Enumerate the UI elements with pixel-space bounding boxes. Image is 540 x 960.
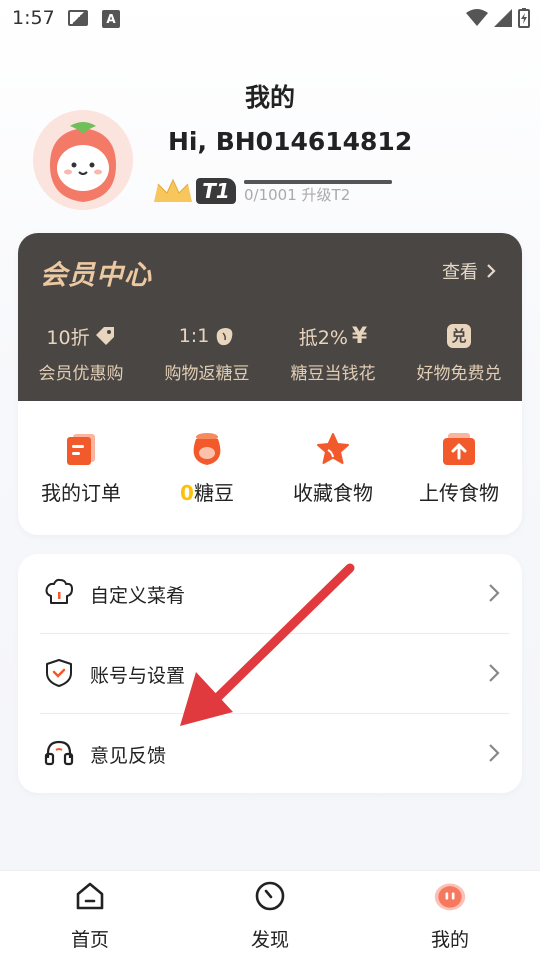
mine-icon bbox=[434, 883, 466, 911]
status-icons bbox=[466, 8, 530, 28]
image-notification-icon bbox=[68, 10, 88, 26]
perk-label: 会员优惠购 bbox=[38, 364, 124, 384]
level-progress-text: 0/1001 升级T2 bbox=[244, 186, 351, 204]
quick-label: 0糖豆 bbox=[144, 477, 270, 506]
menu-label: 自定义菜肴 bbox=[90, 585, 186, 607]
compass-icon bbox=[255, 881, 285, 911]
page-title: 我的 bbox=[244, 83, 295, 112]
perk-discount[interactable]: 10折 会员优惠购 bbox=[18, 323, 144, 385]
nav-mine[interactable]: 我的 bbox=[360, 871, 540, 960]
exchange-icon: 兑 bbox=[447, 324, 471, 348]
member-card: 会员中心 查看 10折 会员优惠购 1:1 购物返糖豆 抵2% ¥ 糖豆当钱花 … bbox=[18, 233, 522, 535]
bean-count: 0 bbox=[180, 481, 194, 505]
menu-item-feedback[interactable]: 意见反馈 bbox=[18, 714, 522, 794]
headset-icon bbox=[44, 740, 74, 766]
quick-label: 我的订单 bbox=[41, 481, 121, 505]
quick-favorites[interactable]: 收藏食物 bbox=[270, 401, 396, 535]
signal-icon bbox=[494, 9, 512, 27]
wifi-icon bbox=[466, 9, 488, 26]
nav-label: 我的 bbox=[430, 929, 469, 951]
bean-bag-icon bbox=[193, 433, 221, 465]
avatar[interactable] bbox=[30, 110, 136, 210]
username: Hi, BH014614812 bbox=[168, 127, 413, 156]
text-notification-icon: A bbox=[102, 10, 120, 28]
upload-icon bbox=[443, 433, 475, 465]
quick-label: 收藏食物 bbox=[293, 481, 373, 505]
chevron-right-icon bbox=[489, 584, 500, 602]
perk-deduct[interactable]: 抵2% ¥ 糖豆当钱花 bbox=[270, 323, 396, 385]
battery-icon bbox=[518, 8, 530, 28]
bean-label: 糖豆 bbox=[193, 481, 234, 505]
nav-label: 首页 bbox=[70, 929, 109, 951]
perk-value: 1:1 bbox=[178, 325, 210, 347]
member-view-button[interactable]: 查看 bbox=[442, 258, 496, 284]
bottom-nav: 首页 发现 我的 bbox=[0, 870, 540, 960]
yen-icon: ¥ bbox=[351, 323, 368, 349]
shield-icon bbox=[46, 659, 72, 687]
menu-item-account-settings[interactable]: 账号与设置 bbox=[18, 634, 522, 714]
level-row: T1 0/1001 升级T2 bbox=[152, 176, 412, 210]
quick-my-orders[interactable]: 我的订单 bbox=[18, 401, 144, 535]
perk-value: 抵2% bbox=[298, 326, 348, 349]
quick-actions: 我的订单 0糖豆 收藏食物 上传食物 bbox=[18, 401, 522, 535]
perk-label: 好物免费兑 bbox=[416, 364, 502, 384]
chef-hat-icon bbox=[45, 578, 73, 604]
perk-label: 糖豆当钱花 bbox=[290, 364, 376, 384]
perk-exchange[interactable]: 兑 好物免费兑 bbox=[396, 323, 522, 384]
tag-icon bbox=[95, 327, 114, 345]
quick-label: 上传食物 bbox=[419, 481, 499, 505]
crown-icon bbox=[154, 178, 192, 202]
nav-discover[interactable]: 发现 bbox=[180, 871, 360, 960]
star-icon bbox=[317, 433, 349, 464]
chevron-right-icon bbox=[489, 664, 500, 682]
quick-beans[interactable]: 0糖豆 bbox=[144, 401, 270, 535]
perk-value: 10折 bbox=[46, 326, 90, 349]
nav-home[interactable]: 首页 bbox=[0, 871, 180, 960]
member-center-panel: 会员中心 查看 10折 会员优惠购 1:1 购物返糖豆 抵2% ¥ 糖豆当钱花 … bbox=[18, 233, 522, 401]
menu-label: 账号与设置 bbox=[90, 665, 186, 687]
nav-label: 发现 bbox=[250, 929, 289, 951]
menu-label: 意见反馈 bbox=[90, 745, 167, 767]
tier-badge: T1 bbox=[196, 178, 236, 204]
member-center-title: 会员中心 bbox=[40, 260, 152, 291]
menu-item-custom-dish[interactable]: 自定义菜肴 bbox=[18, 554, 522, 634]
member-perks: 10折 会员优惠购 1:1 购物返糖豆 抵2% ¥ 糖豆当钱花 兑 好物免费兑 bbox=[18, 323, 522, 385]
chevron-right-icon bbox=[487, 264, 496, 278]
tomato-avatar-icon bbox=[33, 110, 133, 210]
status-bar: 1:57 A bbox=[0, 0, 540, 38]
perk-label: 购物返糖豆 bbox=[164, 364, 250, 384]
status-time: 1:57 bbox=[12, 7, 55, 29]
member-view-label: 查看 bbox=[442, 262, 478, 283]
settings-menu: 自定义菜肴 账号与设置 意见反馈 bbox=[18, 554, 522, 793]
perk-cashback[interactable]: 1:1 购物返糖豆 bbox=[144, 323, 270, 384]
order-icon bbox=[67, 434, 95, 465]
bean-icon bbox=[216, 328, 233, 346]
quick-upload[interactable]: 上传食物 bbox=[396, 401, 522, 535]
chevron-right-icon bbox=[489, 744, 500, 762]
home-icon bbox=[76, 882, 104, 910]
